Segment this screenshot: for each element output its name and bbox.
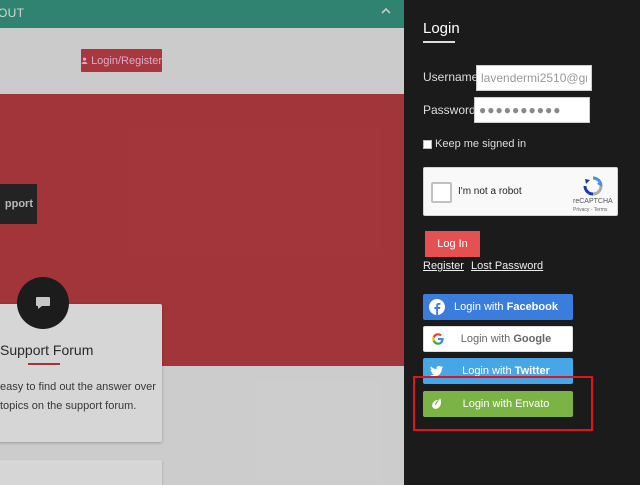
facebook-button-label: Login with Facebook: [454, 301, 558, 313]
password-input[interactable]: ●●●●●●●●●●: [474, 97, 590, 123]
google-icon: [430, 331, 446, 347]
twitter-button-label: Login with Twitter: [462, 365, 550, 377]
keep-signed-in-checkbox[interactable]: [423, 139, 432, 149]
username-label: Username:: [423, 70, 482, 84]
login-panel: Login Username: Password: ●●●●●●●●●● Kee…: [404, 0, 640, 485]
password-mask: ●●●●●●●●●●: [479, 103, 562, 117]
google-button-label: Login with Google: [460, 333, 552, 345]
background-page: OUT Login/Register pport Support Forum e…: [0, 0, 404, 485]
envato-leaf-icon: [429, 396, 445, 412]
login-with-google-button[interactable]: Login with Google: [423, 326, 573, 352]
panel-title: Login: [423, 20, 460, 37]
username-input[interactable]: [476, 65, 592, 91]
login-with-facebook-button[interactable]: Login with Facebook: [423, 294, 573, 320]
panel-title-divider: [423, 41, 455, 43]
envato-button-label: Login with Envato: [462, 398, 550, 410]
log-in-button[interactable]: Log In: [425, 231, 480, 257]
keep-signed-in-label: Keep me signed in: [435, 138, 527, 150]
login-with-twitter-button[interactable]: Login with Twitter: [423, 358, 573, 384]
keep-signed-in[interactable]: Keep me signed in: [423, 138, 526, 150]
lost-password-link[interactable]: Lost Password: [471, 260, 543, 272]
recaptcha-widget: I'm not a robot reCAPTCHA Privacy - Term…: [423, 167, 618, 216]
recaptcha-label: I'm not a robot: [458, 186, 522, 197]
facebook-icon: [429, 299, 445, 315]
password-label: Password:: [423, 103, 480, 117]
recaptcha-logo-icon: [583, 176, 603, 196]
recaptcha-brand: reCAPTCHA: [573, 198, 613, 205]
recaptcha-terms-link[interactable]: Privacy - Terms: [573, 207, 607, 213]
recaptcha-checkbox[interactable]: [431, 182, 452, 203]
dim-overlay[interactable]: [0, 0, 404, 485]
twitter-icon: [429, 363, 445, 379]
register-link[interactable]: Register: [423, 260, 464, 272]
login-with-envato-button[interactable]: Login with Envato: [423, 391, 573, 417]
